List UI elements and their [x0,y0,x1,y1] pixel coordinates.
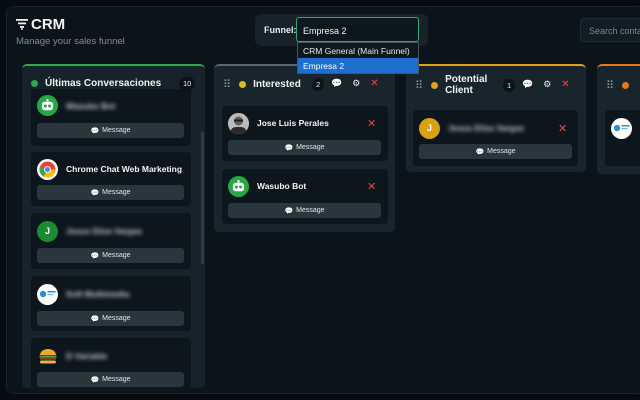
bot-avatar-icon [37,95,58,116]
message-button[interactable]: 💬 Message [37,311,184,326]
contact-card[interactable]: J Jesus Eliza Vargas 💬 Message [31,213,191,269]
chat-icon: 💬 [90,252,100,260]
app-title: CRM [16,16,125,33]
funnel-option[interactable]: CRM General (Main Funnel) [298,43,418,58]
initial-avatar-icon: J [37,220,58,242]
contact-card[interactable]: Jose Luis Perales ✕ 💬 Message [222,106,388,161]
contact-card[interactable] [605,110,640,166]
logo-avatar-icon [37,283,58,305]
message-button[interactable]: 💬 Message [37,372,184,387]
contact-card[interactable]: Wasubo Bot ✕ 💬 Message [222,169,388,224]
contact-card[interactable]: D Variable 💬 Message [31,338,191,392]
chat-icon: 💬 [90,376,100,384]
chat-icon: 💬 [284,207,294,215]
chat-icon[interactable]: 💬 [331,78,342,89]
message-button[interactable]: 💬 Message [419,144,572,159]
app-subtitle: Manage your sales funnel [16,36,125,47]
status-dot [31,79,38,87]
message-button-label: Message [487,148,516,155]
count-badge: 2 [312,78,325,91]
contact-card[interactable]: Soft Multimedia 💬 Message [31,276,191,331]
contact-name: Wasubo Bot [257,181,307,191]
message-button-label: Message [296,144,325,151]
chat-icon: 💬 [284,144,294,152]
contact-card[interactable]: Chrome Chat Web Marketing 💬 Message [31,152,191,206]
chat-icon[interactable]: 💬 [522,79,533,90]
status-dot [622,81,630,89]
message-button[interactable]: 💬 Message [37,248,184,263]
column-header: ⠿ Potential Client 1 💬 ⚙ ✕ [406,66,586,104]
column-title: Últimas Conversaciones [45,77,162,89]
message-button-label: Message [102,189,131,196]
gear-icon[interactable]: ⚙ [543,79,551,90]
status-dot [431,81,439,89]
funnel-select[interactable]: Empresa 2 [296,17,419,42]
funnel-dropdown: CRM General (Main Funnel) Empresa 2 [297,42,419,74]
funnel-option-selected[interactable]: Empresa 2 [298,58,418,73]
app-window: CRM Manage your sales funnel Funnel: Emp… [0,0,640,400]
close-icon[interactable]: ✕ [561,79,569,90]
logo-avatar-icon [611,117,632,139]
contact-name: Soft Multimedia [66,289,130,299]
chat-icon: 💬 [90,315,100,323]
scrollbar[interactable] [201,132,204,264]
contact-name: Wasubo Bot [66,100,116,111]
burger-avatar-icon [37,346,58,367]
bot-avatar-icon [228,175,249,197]
message-button[interactable]: 💬 Message [37,185,184,200]
funnel-icon [16,19,28,30]
contact-card[interactable]: J Jesus Eliza Vargas ✕ 💬 Message [413,110,578,166]
contact-name: D Variable [66,351,108,361]
chat-icon: 💬 [475,148,485,156]
message-button-label: Message [102,376,131,383]
column-title: Interested [253,78,301,90]
drag-handle-icon[interactable]: ⠿ [415,79,423,92]
remove-card-close-icon[interactable]: ✕ [367,117,376,130]
contact-name: Jesus Eliza Vargas [66,226,143,236]
count-badge: 1 [503,79,516,92]
contact-name: Jose Luis Perales [257,118,329,128]
message-button[interactable]: 💬 Message [228,140,381,155]
message-button[interactable]: 💬 Message [37,123,184,138]
funnel-label: Funnel: [264,25,297,35]
app-title-text: CRM [31,16,66,33]
chat-icon: 💬 [90,189,100,197]
message-button-label: Message [296,207,325,214]
chrome-avatar-icon [37,158,58,180]
photo-avatar-icon [228,112,249,134]
remove-card-close-icon[interactable]: ✕ [367,180,376,193]
initial-avatar-icon: J [419,117,440,139]
gear-icon[interactable]: ⚙ [352,78,360,89]
message-button-label: Message [102,315,131,322]
column-header: ⠿ [597,66,640,104]
message-button-label: Message [102,252,131,259]
message-button[interactable]: 💬 Message [228,203,381,218]
contact-name: Jesus Eliza Vargas [448,123,525,133]
column-title: Potential Client [445,74,488,96]
search-input[interactable]: Search contacts [580,18,640,42]
brand: CRM Manage your sales funnel [16,16,125,47]
drag-handle-icon[interactable]: ⠿ [223,78,231,91]
status-dot [239,80,247,88]
contact-name: Chrome Chat Web Marketing [66,164,183,174]
remove-card-close-icon[interactable]: ✕ [558,122,567,135]
close-icon[interactable]: ✕ [370,78,378,89]
contact-card[interactable]: Wasubo Bot 💬 Message [31,89,191,146]
drag-handle-icon[interactable]: ⠿ [606,79,614,92]
message-button-label: Message [102,127,131,134]
chat-icon: 💬 [90,127,100,135]
